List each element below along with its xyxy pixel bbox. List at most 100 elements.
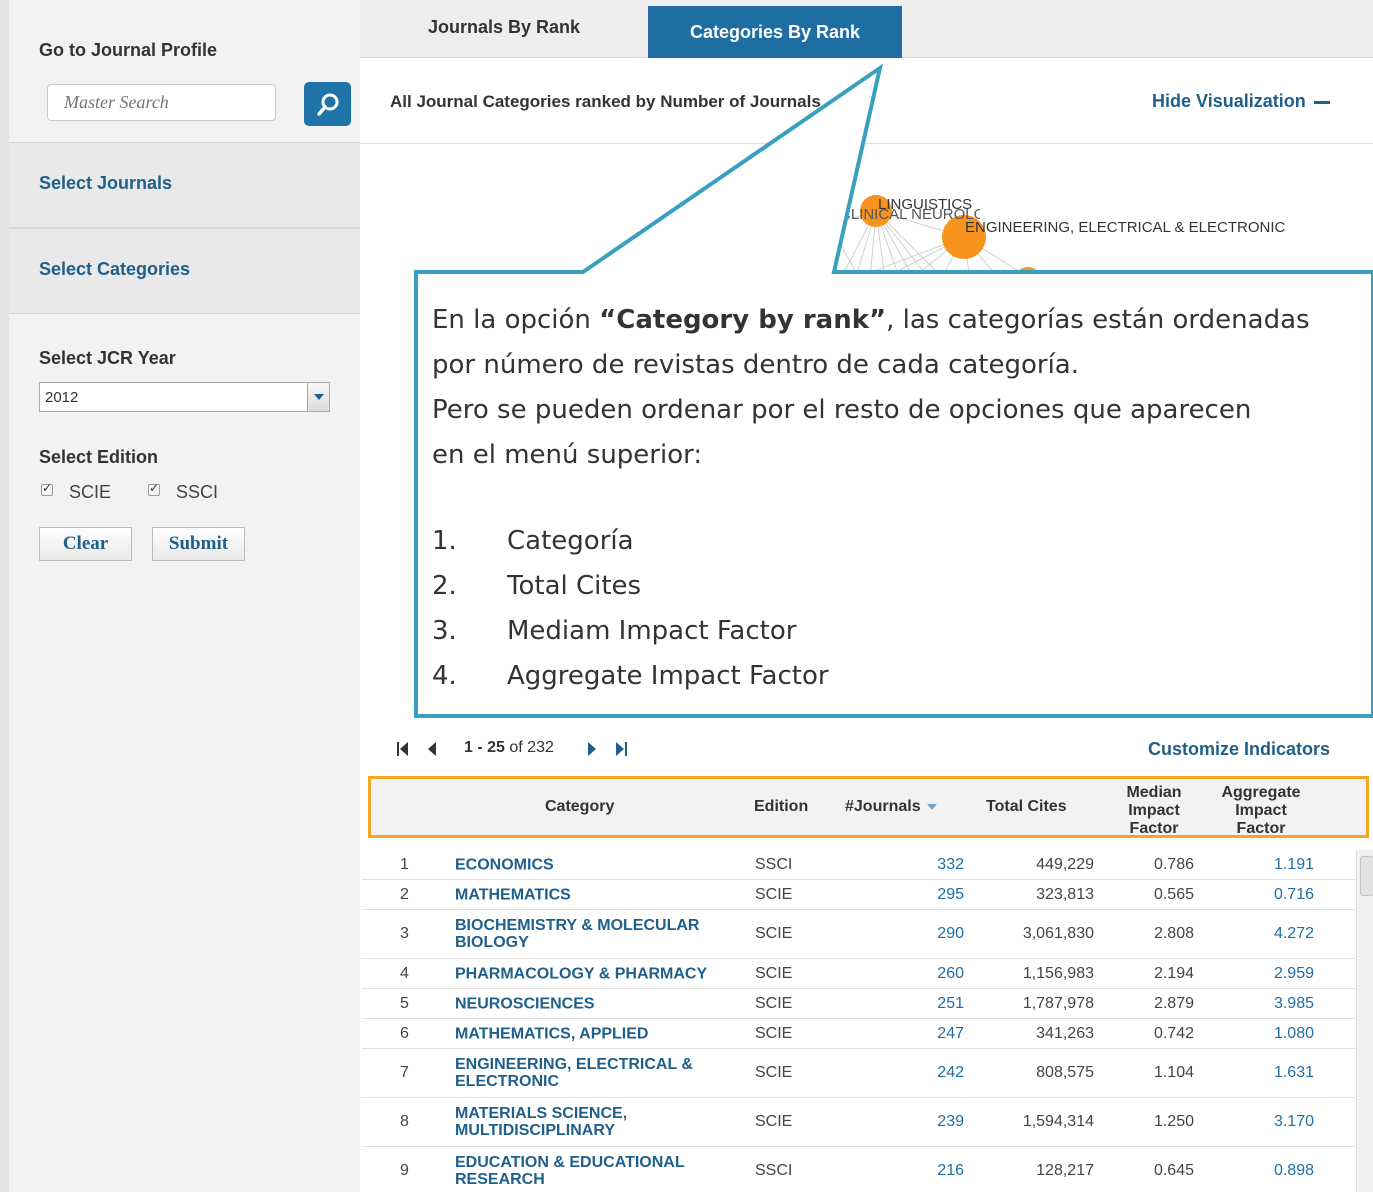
table-row: 8 SCIE 239 1,594,314 1.250 3.170 MATERIALS SCI…: [362, 1098, 1356, 1147]
rank-cell: 8: [400, 1113, 409, 1130]
rank-cell: 3: [400, 925, 409, 942]
median-impact-factor-cell: 1.250: [1153, 1113, 1194, 1130]
table-header: Category Edition #Journals Total Cites M…: [368, 776, 1369, 838]
table-row: 7 SCIE 242 808,575 1.104 1.631 ENGINEERING, EL…: [362, 1049, 1356, 1098]
median-header-line: Factor: [1129, 820, 1179, 834]
median-header-line: Impact: [1128, 802, 1180, 819]
total-cites-cell: 808,575: [1036, 1064, 1094, 1081]
callout-item-number: 3.: [432, 616, 457, 646]
category-name-line: EDUCATION & EDUCATIONAL: [455, 1154, 685, 1171]
aggregate-impact-factor-link[interactable]: 1.191: [1274, 856, 1314, 874]
category-name-line: MATHEMATICS: [455, 886, 571, 903]
column-header-total-cites[interactable]: Total Cites: [986, 798, 1067, 816]
journals-count-link[interactable]: 290: [937, 925, 964, 943]
category-link[interactable]: MATHEMATICS, APPLIED: [455, 1025, 648, 1042]
callout-line-1: En la opción “Category by rank”, las cat…: [432, 298, 1373, 343]
total-cites-cell: 1,156,983: [1022, 964, 1094, 982]
rank-cell: 7: [400, 1064, 409, 1081]
prev-page-icon[interactable]: [426, 741, 438, 757]
column-header-median-impact-factor[interactable]: Median Impact Factor: [1119, 784, 1189, 834]
total-cites-cell: 323,813: [1036, 885, 1094, 903]
median-impact-factor-cell: 0.786: [1153, 855, 1194, 873]
callout-item-text: Aggregate Impact Factor: [507, 661, 829, 691]
table-row: 1 SSCI 332 449,229 0.786 1.191 ECONOMICS: [362, 850, 1356, 880]
rank-cell: 6: [400, 1024, 409, 1042]
rank-cell: 1: [400, 855, 409, 873]
aggregate-impact-factor-link[interactable]: 2.959: [1274, 965, 1314, 983]
edition-cell: SCIE: [755, 994, 793, 1012]
callout-item-text: Categoría: [507, 526, 634, 556]
table-scrollbar[interactable]: [1356, 850, 1373, 1192]
total-cites-cell: 1,594,314: [1022, 1113, 1094, 1130]
callout-item-number: 2.: [432, 571, 457, 601]
callout-item-text: Mediam Impact Factor: [507, 616, 797, 646]
category-link[interactable]: ENGINEERING, ELECTRICAL & ELECTRONIC: [455, 1056, 693, 1090]
journals-count-link[interactable]: 260: [937, 965, 964, 983]
edition-cell: SSCI: [755, 855, 793, 873]
median-impact-factor-cell: 2.808: [1153, 925, 1194, 942]
column-header-category[interactable]: Category: [545, 798, 614, 816]
aggregate-header-line: Factor: [1236, 820, 1286, 834]
journals-count-link[interactable]: 295: [937, 886, 964, 904]
column-header-journals[interactable]: #Journals: [845, 798, 937, 816]
page-total: of 232: [509, 739, 554, 756]
callout-line-1-post: , las categorías están ordenadas: [886, 305, 1310, 335]
callout-line-3: Pero se pueden ordenar por el resto de o…: [432, 395, 1252, 425]
category-name-line: ECONOMICS: [455, 856, 554, 873]
column-header-edition[interactable]: Edition: [754, 798, 808, 816]
callout-line-2: por número de revistas dentro de cada ca…: [432, 350, 1080, 380]
category-name-line: BIOCHEMISTRY & MOLECULAR: [455, 917, 700, 934]
aggregate-impact-factor-link[interactable]: 0.716: [1274, 886, 1314, 904]
category-link[interactable]: NEUROSCIENCES: [455, 995, 595, 1012]
table-row: 6 SCIE 247 341,263 0.742 1.080 MATHEMATICS, AP…: [362, 1019, 1356, 1049]
category-name-line: MATHEMATICS, APPLIED: [455, 1025, 649, 1042]
category-link[interactable]: MATERIALS SCIENCE, MULTIDISCIPLINARY: [455, 1105, 627, 1139]
journals-count-link[interactable]: 216: [937, 1162, 964, 1180]
callout-item-number: 4.: [432, 661, 457, 691]
total-cites-cell: 1,787,978: [1022, 994, 1094, 1012]
category-link[interactable]: EDUCATION & EDUCATIONAL RESEARCH: [455, 1154, 685, 1188]
edition-cell: SCIE: [755, 1113, 793, 1130]
total-cites-cell: 3,061,830: [1022, 925, 1094, 942]
callout-text: En la opción “Category by rank”, las cat…: [432, 298, 1373, 478]
edition-cell: SCIE: [755, 1064, 793, 1081]
aggregate-impact-factor-link[interactable]: 3.985: [1274, 995, 1314, 1013]
journals-count-link[interactable]: 251: [937, 995, 964, 1013]
median-impact-factor-cell: 2.879: [1153, 994, 1194, 1012]
median-impact-factor-cell: 1.104: [1153, 1064, 1194, 1081]
aggregate-impact-factor-link[interactable]: 1.080: [1274, 1025, 1314, 1043]
column-header-aggregate-impact-factor[interactable]: Aggregate Impact Factor: [1216, 784, 1306, 834]
edition-cell: SCIE: [755, 964, 793, 982]
next-page-icon[interactable]: [586, 741, 598, 757]
journals-count-link[interactable]: 242: [937, 1064, 964, 1082]
table-row: 2 SCIE 295 323,813 0.565 0.716 MATHEMATICS: [362, 880, 1356, 910]
category-name-line: BIOLOGY: [455, 934, 529, 951]
last-page-icon[interactable]: [614, 741, 628, 757]
journals-count-link[interactable]: 239: [937, 1113, 964, 1131]
edition-cell: SSCI: [755, 1162, 793, 1179]
table-row: 5 SCIE 251 1,787,978 2.879 3.985 NEUROSCIENCES: [362, 989, 1356, 1019]
table-row: 9 SSCI 216 128,217 0.645 0.898 EDUCATION & EDU…: [362, 1147, 1356, 1192]
category-table-body: 1 SSCI 332 449,229 0.786 1.191 ECONOMICS 2 SCIE 2…: [362, 850, 1356, 1192]
category-link[interactable]: BIOCHEMISTRY & MOLECULAR BIOLOGY: [455, 917, 699, 951]
aggregate-impact-factor-link[interactable]: 4.272: [1274, 925, 1314, 943]
scroll-thumb[interactable]: [1360, 856, 1373, 896]
journals-count-link[interactable]: 332: [937, 856, 964, 874]
category-name-line: MATERIALS SCIENCE,: [455, 1105, 628, 1122]
category-link[interactable]: ECONOMICS: [455, 856, 554, 873]
callout-line-4: en el menú superior:: [432, 440, 703, 470]
first-page-icon[interactable]: [396, 741, 410, 757]
category-name-line: PHARMACOLOGY & PHARMACY: [455, 965, 708, 982]
journals-count-link[interactable]: 247: [937, 1025, 964, 1043]
median-impact-factor-cell: 0.645: [1153, 1162, 1194, 1179]
callout-line-1-pre: En la opción: [432, 305, 600, 335]
category-link[interactable]: MATHEMATICS: [455, 886, 571, 903]
aggregate-impact-factor-link[interactable]: 3.170: [1274, 1113, 1314, 1131]
median-impact-factor-cell: 0.565: [1153, 885, 1194, 903]
total-cites-cell: 341,263: [1036, 1024, 1094, 1042]
customize-indicators-link[interactable]: Customize Indicators: [1148, 739, 1330, 760]
aggregate-impact-factor-link[interactable]: 0.898: [1274, 1162, 1314, 1180]
category-name-line: MULTIDISCIPLINARY: [455, 1122, 615, 1139]
category-link[interactable]: PHARMACOLOGY & PHARMACY: [455, 965, 707, 982]
aggregate-impact-factor-link[interactable]: 1.631: [1274, 1064, 1314, 1082]
